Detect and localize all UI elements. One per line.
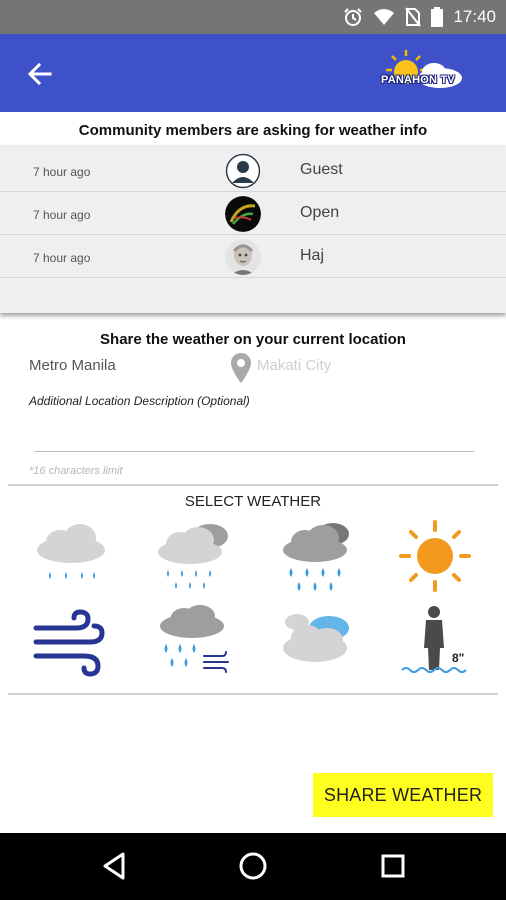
alarm-icon (344, 8, 363, 26)
no-sim-icon (405, 7, 422, 27)
char-limit-hint: *16 characters limit (29, 465, 123, 477)
request-row[interactable]: 7 hour ago Guest (0, 149, 506, 192)
recents-square-icon[interactable] (376, 849, 410, 883)
sunny-icon[interactable] (392, 518, 478, 598)
cloudy-rain-icon[interactable] (275, 518, 361, 598)
region-label: Metro Manila (29, 357, 116, 374)
rain-wind-icon[interactable] (150, 604, 236, 684)
requests-list: 7 hour ago Guest 7 hour ago Open 7 hour … (0, 145, 506, 313)
panahon-tv-logo: PANAHON TV (378, 46, 466, 100)
haj-avatar-icon (225, 239, 261, 275)
wifi-icon (374, 9, 395, 25)
home-circle-icon[interactable] (236, 849, 270, 883)
open-avatar-icon (225, 196, 261, 232)
request-row[interactable]: 7 hour ago Haj (0, 235, 506, 278)
community-title: Community members are asking for weather… (78, 122, 428, 139)
request-row[interactable]: 7 hour ago Open (0, 192, 506, 235)
select-weather-title: SELECT WEATHER (184, 493, 322, 510)
light-rain-icon[interactable] (28, 518, 114, 598)
divider (8, 693, 498, 695)
logo-text: PANAHON TV (381, 74, 455, 86)
back-arrow-icon[interactable] (22, 56, 58, 92)
city-label[interactable]: Makati City (257, 357, 331, 374)
request-username: Open (300, 204, 340, 221)
status-time: 17:40 (453, 7, 496, 26)
request-time: 7 hour ago (33, 208, 91, 222)
request-time: 7 hour ago (33, 165, 91, 179)
sun-cloud-logo-icon (386, 50, 462, 88)
back-triangle-icon[interactable] (99, 849, 133, 883)
status-bar: 17:40 (0, 0, 506, 34)
flood-level-label: 8" (452, 651, 464, 665)
cloudy-light-rain-icon[interactable] (150, 518, 236, 598)
request-time: 7 hour ago (33, 251, 91, 265)
cloudy-icon[interactable] (275, 604, 361, 684)
share-title: Share the weather on your current locati… (100, 331, 406, 348)
app-bar: PANAHON TV (0, 34, 506, 112)
windy-icon[interactable] (28, 604, 114, 684)
flood-icon[interactable]: 8" (392, 604, 478, 684)
battery-icon (431, 7, 444, 27)
request-username: Guest (300, 161, 343, 178)
description-label: Additional Location Description (Optiona… (29, 394, 250, 408)
share-weather-button[interactable]: SHARE WEATHER (313, 773, 493, 817)
request-username: Haj (300, 247, 325, 264)
location-pin-icon[interactable] (230, 352, 252, 384)
android-nav-bar (0, 833, 506, 900)
guest-avatar-icon (225, 153, 261, 189)
location-description-input[interactable] (34, 418, 474, 452)
divider (8, 484, 498, 486)
